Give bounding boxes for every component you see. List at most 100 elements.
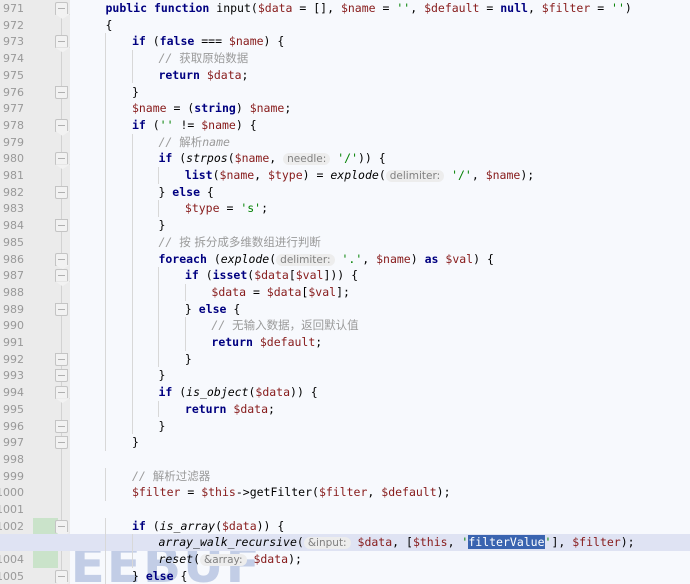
fold-collapse-icon[interactable]	[55, 152, 68, 166]
code-editor[interactable]: FREEBUF 971 972 973 974 975 976 977 978 979 980 98…	[0, 0, 690, 584]
code-line[interactable]: if (isset($data[$val])) {	[70, 267, 690, 284]
code-line[interactable]: } else {	[70, 301, 690, 318]
line-number[interactable]: 998	[0, 451, 24, 468]
code-line[interactable]: $filter = $this->getFilter($filter, $def…	[70, 484, 690, 501]
line-number[interactable]: 1000	[0, 484, 24, 501]
fold-collapse-icon[interactable]	[55, 269, 68, 283]
line-number[interactable]: 1001	[0, 501, 24, 518]
line-number[interactable]: 986	[0, 251, 24, 268]
code-line[interactable]: return $default;	[70, 334, 690, 351]
code-line[interactable]: }	[70, 367, 690, 384]
line-number[interactable]: 978	[0, 117, 24, 134]
code-token-kw: if	[131, 34, 146, 49]
line-number[interactable]: 980	[0, 150, 24, 167]
line-number[interactable]: 981	[0, 167, 24, 184]
code-token-op: (	[198, 268, 213, 283]
code-line[interactable]: public function input($data = [], $name …	[70, 0, 690, 17]
code-line[interactable]: reset(&array: $data);	[70, 551, 690, 568]
line-number[interactable]: 992	[0, 351, 24, 368]
fold-region-end-icon[interactable]	[55, 302, 68, 316]
code-token-op: ])) {	[323, 268, 359, 283]
fold-collapse-icon[interactable]	[55, 386, 68, 400]
editor-gutter[interactable]: 971 972 973 974 975 976 977 978 979 980 981 982 983 9…	[0, 0, 70, 584]
code-line[interactable]: } else {	[70, 568, 690, 584]
line-number[interactable]: 987	[0, 267, 24, 284]
code-line[interactable]: }	[70, 84, 690, 101]
line-number[interactable]: 979	[0, 134, 24, 151]
code-line[interactable]: // 无输入数据，返回默认值	[70, 317, 690, 334]
line-number[interactable]: 984	[0, 217, 24, 234]
code-line[interactable]: if (false === $name) {	[70, 33, 690, 50]
line-number[interactable]: 971	[0, 0, 24, 17]
code-line[interactable]: if (strpos($name, needle: '/')) {	[70, 150, 690, 167]
line-number[interactable]: 975	[0, 67, 24, 84]
code-token-op: ;	[268, 401, 275, 416]
code-line[interactable]: return $data;	[70, 67, 690, 84]
code-line[interactable]: array_walk_recursive(&input: $data, [$th…	[0, 534, 690, 552]
code-line[interactable]: // 解析过滤器	[70, 468, 690, 485]
line-number[interactable]: 995	[0, 401, 24, 418]
code-line[interactable]: }	[70, 217, 690, 234]
code-line[interactable]: return $data;	[70, 401, 690, 418]
fold-region-end-icon[interactable]	[55, 219, 68, 233]
line-number[interactable]: 997	[0, 434, 24, 451]
line-number[interactable]: 976	[0, 84, 24, 101]
line-number[interactable]: 991	[0, 334, 24, 351]
fold-region-end-icon[interactable]	[55, 419, 68, 433]
fold-collapse-icon[interactable]	[55, 519, 68, 533]
fold-region-end-icon[interactable]	[55, 185, 68, 199]
line-number[interactable]: 973	[0, 33, 24, 50]
code-line[interactable]: list($name, $type) = explode(delimiter: …	[70, 167, 690, 184]
code-token-var: $type	[184, 201, 220, 216]
line-number[interactable]: 974	[0, 50, 24, 67]
line-number[interactable]: 983	[0, 200, 24, 217]
code-token-op: (	[145, 34, 160, 49]
code-line-text: }	[70, 84, 139, 101]
code-line[interactable]: {	[70, 17, 690, 34]
code-content[interactable]: public function input($data = [], $name …	[0, 0, 690, 584]
fold-region-end-icon[interactable]	[55, 352, 68, 366]
code-line[interactable]: $name = (string) $name;	[70, 100, 690, 117]
code-line[interactable]: if ('' != $name) {	[70, 117, 690, 134]
line-number[interactable]: 989	[0, 301, 24, 318]
fold-collapse-icon[interactable]	[55, 35, 68, 49]
line-number[interactable]: 1005	[0, 568, 24, 584]
line-number[interactable]: 1004	[0, 551, 24, 568]
line-number[interactable]: 993	[0, 367, 24, 384]
code-line[interactable]: } else {	[70, 184, 690, 201]
line-number[interactable]: 982	[0, 184, 24, 201]
fold-collapse-icon[interactable]	[55, 252, 68, 266]
code-line[interactable]: $data = $data[$val];	[70, 284, 690, 301]
code-line[interactable]: }	[70, 434, 690, 451]
fold-region-end-icon[interactable]	[55, 369, 68, 383]
vcs-change-marker[interactable]	[33, 551, 58, 569]
minus-glyph	[58, 91, 65, 93]
line-number[interactable]: 977	[0, 100, 24, 117]
code-line[interactable]	[70, 451, 690, 468]
code-token-op: = (	[166, 101, 195, 116]
line-number[interactable]: 985	[0, 234, 24, 251]
code-token-op: = [],	[292, 1, 341, 15]
code-line[interactable]	[70, 501, 690, 518]
fold-collapse-icon[interactable]	[55, 118, 68, 132]
line-number[interactable]: 972	[0, 17, 24, 34]
line-number[interactable]: 994	[0, 384, 24, 401]
code-line[interactable]: }	[70, 351, 690, 368]
code-line[interactable]: foreach (explode(delimiter: '.', $name) …	[70, 251, 690, 268]
code-line[interactable]: if (is_array($data)) {	[70, 518, 690, 535]
code-line[interactable]: // 解析name	[70, 134, 690, 151]
line-number[interactable]: 1002	[0, 518, 24, 535]
fold-collapse-icon[interactable]	[55, 2, 68, 15]
fold-collapse-icon[interactable]	[55, 569, 68, 583]
line-number[interactable]: 988	[0, 284, 24, 301]
fold-region-end-icon[interactable]	[55, 436, 68, 450]
line-number[interactable]: 990	[0, 317, 24, 334]
code-line[interactable]: if (is_object($data)) {	[70, 384, 690, 401]
code-line[interactable]: $type = 's';	[70, 200, 690, 217]
line-number[interactable]: 996	[0, 418, 24, 435]
fold-region-end-icon[interactable]	[55, 85, 68, 99]
line-number[interactable]: 999	[0, 468, 24, 485]
code-line[interactable]: // 获取原始数据	[70, 50, 690, 67]
code-line[interactable]: // 按 拆分成多维数组进行判断	[70, 234, 690, 251]
code-line[interactable]: }	[70, 418, 690, 435]
